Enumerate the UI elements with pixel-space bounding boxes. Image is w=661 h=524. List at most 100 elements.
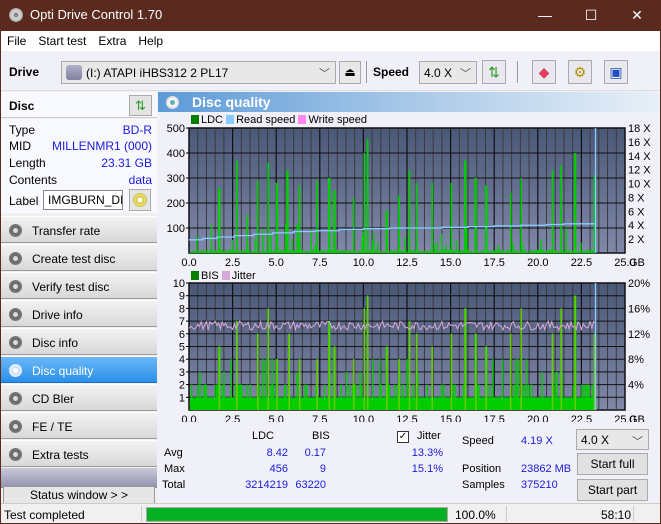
speed-readout-label: Speed	[462, 435, 494, 447]
eject-button[interactable]: ⏏	[339, 61, 361, 84]
nav-item-verify-test-disc[interactable]: Verify test disc	[1, 272, 157, 299]
nav-item-label: Disc info	[32, 336, 79, 350]
test-speed-select[interactable]: 4.0 X ﹀	[576, 429, 649, 450]
disc-contents-row: Contents data	[9, 173, 152, 189]
disc-mid-row: MID MILLENMR1 (000)	[9, 139, 152, 155]
disc-test-icon	[9, 420, 22, 433]
chevron-down-icon: ﹀	[632, 436, 643, 448]
swap-icon: ⇅	[488, 64, 500, 80]
disc-test-icon	[9, 392, 22, 405]
nav-item-transfer-rate[interactable]: Transfer rate	[1, 216, 157, 243]
nav-item-label: Drive info	[32, 308, 83, 322]
settings-button[interactable]: ⚙	[568, 60, 592, 84]
menu-start-test[interactable]: Start test	[32, 31, 92, 48]
status-divider	[506, 506, 507, 522]
erase-icon: ◆	[538, 64, 550, 80]
stats-avg-ldc: 8.42	[266, 447, 288, 459]
stats-col-jitter: Jitter	[417, 430, 441, 442]
jitter-checkbox[interactable]: ✓	[397, 431, 409, 443]
disc-test-icon	[9, 224, 22, 237]
cd-icon	[133, 193, 147, 207]
drive-select[interactable]: (I:) ATAPI iHBS312 2 PL17 ﹀	[61, 61, 336, 84]
position-value: 23862 MB	[521, 463, 572, 475]
disc-test-icon	[9, 336, 22, 349]
stats-col-ldc: LDC	[252, 430, 275, 442]
disc-type-key: Type	[9, 123, 36, 137]
disc-length-value: 23.31 GB	[101, 156, 152, 170]
nav-item-disc-quality[interactable]: Disc quality	[1, 356, 157, 383]
disc-label-row: Label IMGBURN_DIS	[9, 189, 152, 212]
minimize-button[interactable]: —	[522, 0, 568, 31]
position-label: Position	[462, 463, 502, 475]
nav-item-drive-info[interactable]: Drive info	[1, 300, 157, 327]
test-speed-value: 4.0 X	[581, 433, 610, 447]
stats-max-bis: 9	[319, 463, 326, 475]
disc-label-key: Label	[9, 194, 39, 208]
drive-icon	[66, 65, 82, 80]
nav-item-create-test-disc[interactable]: Create test disc	[1, 244, 157, 271]
sidebar: Disc ⇅ Type BD-R MID MILLENMR1 (000) Lengt…	[1, 92, 157, 504]
stats-avg-bis: 0.17	[304, 447, 326, 459]
nav-item-cd-bler[interactable]: CD Bler	[1, 384, 157, 411]
window-title: Opti Drive Control 1.70	[30, 7, 163, 22]
menu-file[interactable]: File	[1, 31, 32, 48]
nav-item-disc-info[interactable]: Disc info	[1, 328, 157, 355]
app-window: Opti Drive Control 1.70 — ☐ ✕ File Start …	[1, 0, 660, 523]
disc-label-button[interactable]	[129, 189, 151, 211]
samples-value: 375210	[521, 479, 558, 491]
swap-icon: ⇅	[135, 98, 146, 113]
disc-label-input[interactable]: IMGBURN_DIS	[43, 190, 123, 210]
nav-item-label: CD Bler	[32, 392, 75, 406]
save-button[interactable]: ▣	[604, 60, 628, 84]
nav-item-fe-te[interactable]: FE / TE	[1, 412, 157, 439]
stats-max-label: Max	[164, 463, 185, 475]
disc-length-row: Length 23.31 GB	[9, 156, 152, 172]
refresh-speed-button[interactable]: ⇅	[482, 60, 506, 84]
save-icon: ▣	[609, 64, 623, 80]
speed-value: 4.0 X	[424, 66, 453, 80]
disc-type-row: Type BD-R	[9, 123, 152, 139]
progress-fill	[147, 508, 447, 521]
toolbar-divider	[366, 61, 367, 83]
close-button[interactable]: ✕	[614, 0, 660, 31]
start-part-button[interactable]: Start part	[577, 479, 648, 501]
status-window-button[interactable]: Status window > >	[3, 486, 155, 504]
maximize-button[interactable]: ☐	[568, 0, 614, 31]
menu-extra[interactable]: Extra	[92, 31, 132, 48]
eject-icon: ⏏	[344, 65, 356, 79]
status-divider	[633, 506, 634, 522]
erase-button[interactable]: ◆	[532, 60, 556, 84]
status-text: Test completed	[4, 508, 85, 522]
nav-spacer	[1, 468, 157, 488]
settings-icon: ⚙	[573, 64, 587, 80]
status-bar: Test completed 100.0% 58:10	[1, 503, 660, 523]
drive-label: Drive	[9, 65, 40, 79]
menu-help[interactable]: Help	[132, 31, 169, 48]
nav-item-label: Verify test disc	[32, 280, 110, 294]
disc-length-key: Length	[9, 156, 46, 170]
disc-test-icon	[9, 448, 22, 461]
samples-label: Samples	[462, 479, 505, 491]
nav-item-label: Transfer rate	[32, 224, 101, 238]
menu-bar: File Start test Extra Help	[1, 31, 660, 51]
nav-item-label: FE / TE	[32, 420, 73, 434]
progress-bar	[146, 507, 448, 522]
disc-info-panel: Type BD-R MID MILLENMR1 (000) Length 23.31 …	[1, 119, 157, 213]
drive-value: (I:) ATAPI iHBS312 2 PL17	[86, 66, 229, 80]
elapsed-time: 58:10	[600, 508, 631, 522]
stats-avg-label: Avg	[164, 447, 183, 459]
toolbar: Drive (I:) ATAPI iHBS312 2 PL17 ﹀ ⏏ Spee…	[1, 51, 660, 91]
toolbar-divider	[517, 61, 518, 83]
disc-mid-value: MILLENMR1 (000)	[51, 139, 152, 153]
speed-label: Speed	[373, 65, 410, 79]
stats-max-jitter: 15.1%	[411, 463, 443, 475]
disc-type-value: BD-R	[122, 123, 152, 137]
speed-select[interactable]: 4.0 X ﹀	[419, 61, 477, 84]
stats-total-label: Total	[162, 479, 186, 491]
stats-total-bis: 63220	[295, 479, 326, 491]
chevron-down-icon: ﹀	[460, 68, 471, 80]
nav-item-extra-tests[interactable]: Extra tests	[1, 440, 157, 467]
app-disc-icon	[9, 8, 23, 22]
disc-refresh-button[interactable]: ⇅	[129, 95, 152, 116]
start-full-button[interactable]: Start full	[577, 453, 648, 475]
